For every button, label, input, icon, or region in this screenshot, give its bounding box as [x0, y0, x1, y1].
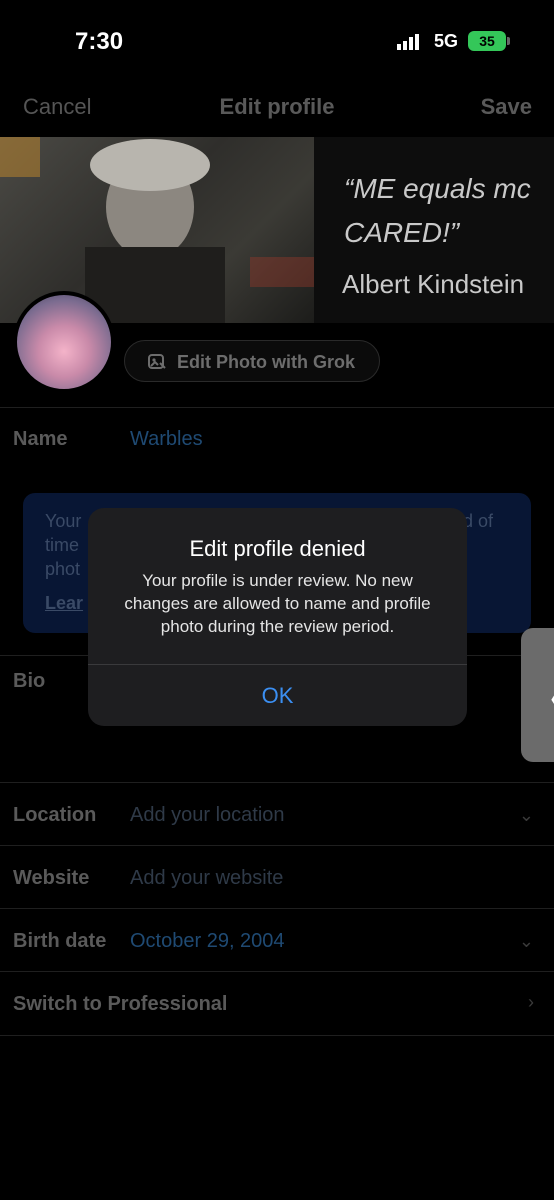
website-row[interactable]: Website Add your website	[0, 845, 554, 909]
birthdate-row[interactable]: Birth date October 29, 2004 ⌄	[0, 908, 554, 972]
name-row[interactable]: Name Warbles	[0, 407, 554, 470]
info-text-line: time	[45, 535, 80, 555]
location-field[interactable]: Add your location	[130, 804, 285, 827]
dialog-title: Edit profile denied	[189, 536, 366, 561]
grok-button-label: Edit Photo with Grok	[177, 352, 355, 372]
network-type: 5G	[434, 31, 459, 51]
name-field[interactable]: Warbles	[130, 428, 203, 451]
location-label: Location	[13, 804, 97, 826]
birthdate-field[interactable]: October 29, 2004	[130, 930, 285, 953]
ok-button[interactable]: OK	[88, 665, 467, 726]
location-row[interactable]: Location Add your location ⌄	[0, 782, 554, 846]
battery-icon	[507, 37, 510, 45]
avatar[interactable]	[13, 291, 115, 393]
banner-author: Albert Kindstein	[342, 269, 525, 299]
side-panel-handle[interactable]: 〈	[521, 628, 554, 762]
switch-to-professional-row[interactable]: Switch to Professional ›	[0, 971, 554, 1036]
info-text-line: Your	[45, 511, 82, 531]
banner-quote: “ME equals mc CARED!”	[344, 173, 531, 248]
name-label: Name	[13, 428, 68, 450]
chevron-right-icon: ›	[528, 992, 534, 1012]
nav-header: Cancel Edit profile Save	[0, 80, 554, 136]
status-bar: 7:30 5G 35	[0, 0, 554, 80]
page-title: Edit profile	[219, 94, 335, 119]
signal-bars-icon	[397, 34, 419, 50]
info-text-line: phot	[45, 559, 81, 579]
status-time: 7:30	[75, 28, 124, 55]
edit-profile-denied-dialog: Edit profile denied Your profile is unde…	[88, 508, 467, 726]
battery-level: 35	[468, 31, 506, 51]
learn-more-link[interactable]: Lear	[45, 593, 83, 614]
dialog-message: Your profile is under review. No new cha…	[124, 571, 431, 636]
chevron-down-icon: ⌄	[518, 805, 534, 825]
edit-photo-with-grok-button[interactable]: Edit Photo with Grok	[124, 340, 380, 382]
info-text-fragment: d of	[463, 511, 494, 531]
switch-to-professional-label: Switch to Professional	[13, 993, 228, 1015]
birthdate-label: Birth date	[13, 930, 107, 952]
website-field[interactable]: Add your website	[130, 867, 283, 890]
save-button[interactable]: Save	[481, 94, 532, 120]
image-edit-icon	[148, 354, 166, 369]
bio-label: Bio	[13, 670, 46, 692]
chevron-down-icon: ⌄	[518, 931, 534, 951]
website-label: Website	[13, 867, 90, 889]
chevron-left-icon: 〈	[529, 670, 554, 725]
